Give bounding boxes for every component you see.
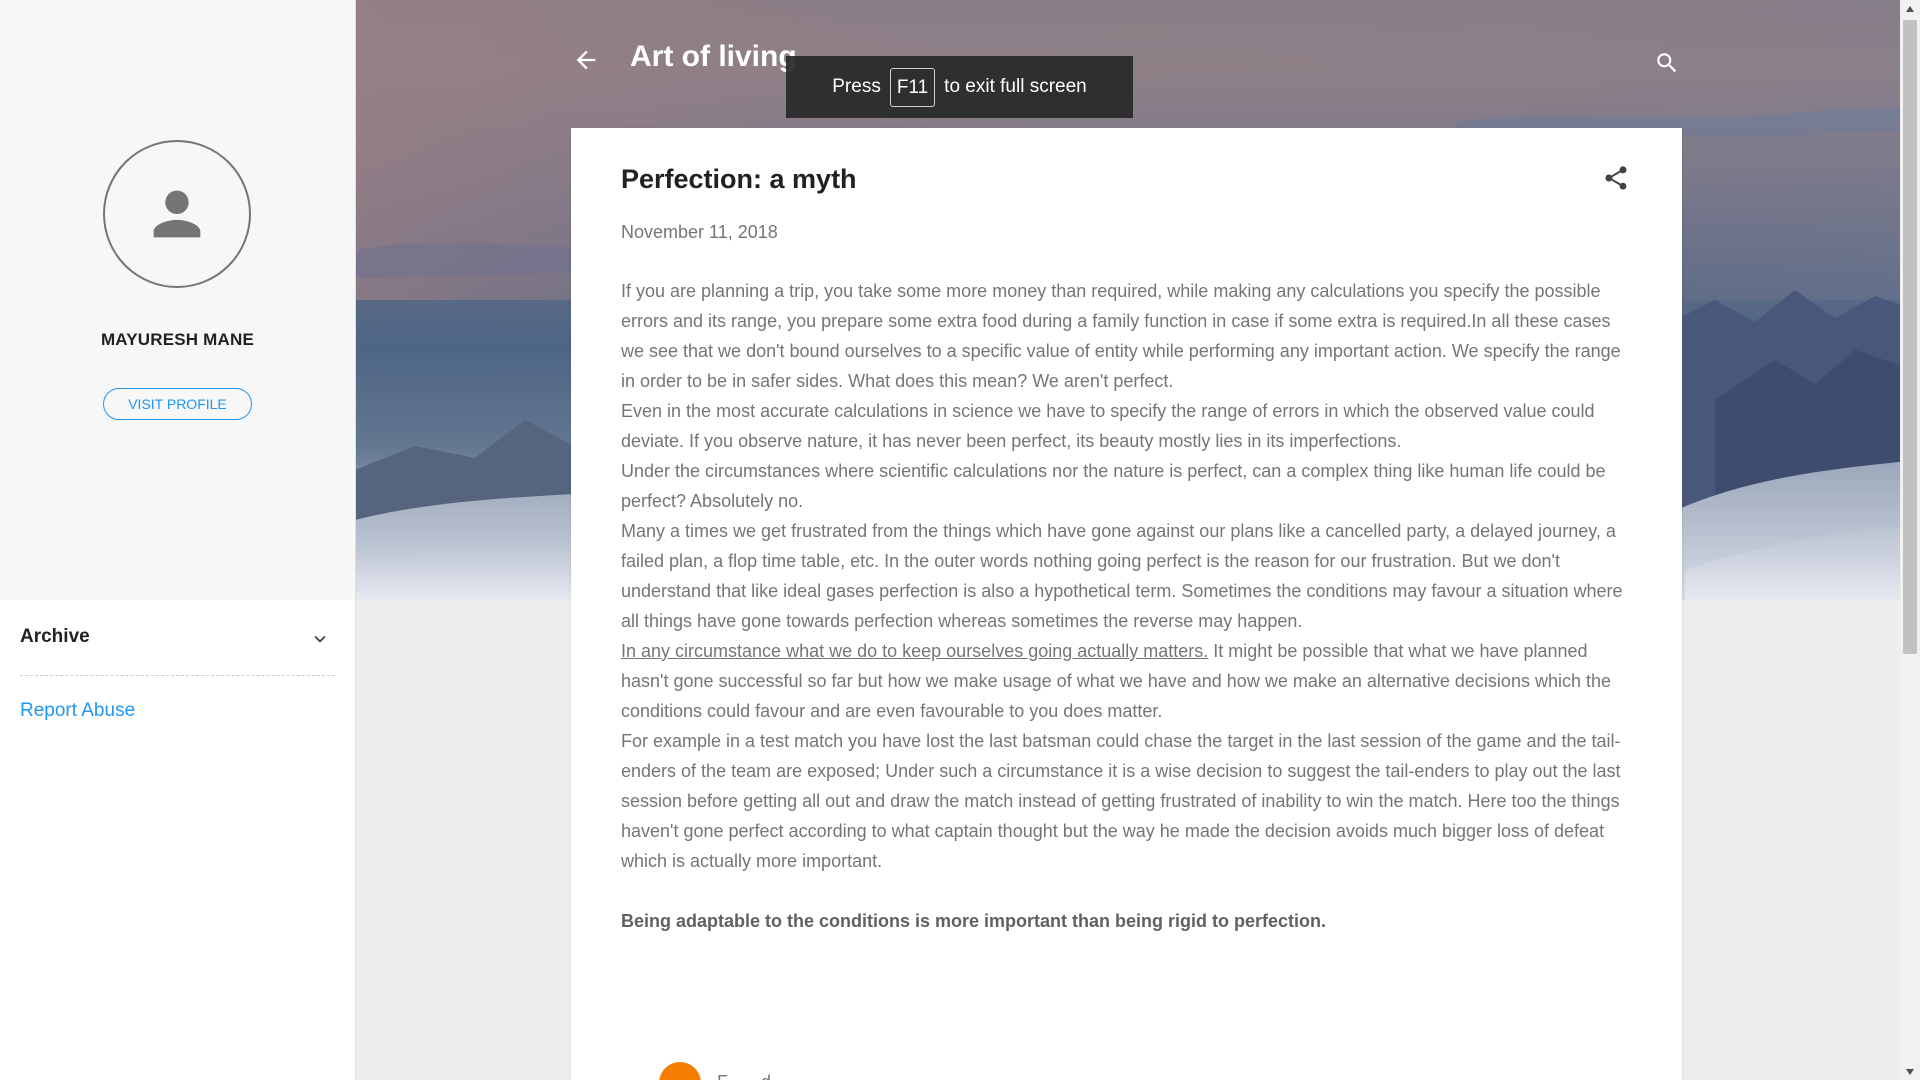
scroll-down-arrow-icon[interactable] bbox=[1900, 1063, 1920, 1080]
conclusion: Being adaptable to the conditions is mor… bbox=[621, 906, 1636, 936]
profile-name: MAYURESH MANE bbox=[100, 330, 255, 349]
scroll-up-arrow-icon[interactable] bbox=[1900, 0, 1920, 17]
archive-toggle[interactable]: Archive bbox=[20, 620, 335, 676]
sidebar: MAYURESH MANE VISIT PROFILE Archive Repo… bbox=[0, 0, 356, 1080]
profile-avatar[interactable] bbox=[103, 140, 251, 288]
paragraph: Under the circumstances where scientific… bbox=[621, 461, 1606, 511]
report-abuse-link[interactable]: Report Abuse bbox=[20, 700, 135, 722]
archive-label: Archive bbox=[20, 626, 90, 647]
underlined-text: In any circumstance what we do to keep o… bbox=[621, 641, 1209, 661]
vertical-scrollbar[interactable] bbox=[1900, 0, 1920, 1080]
post-card: Perfection: a myth November 11, 2018 If … bbox=[571, 128, 1682, 1080]
blogger-icon[interactable] bbox=[659, 1062, 701, 1080]
person-icon bbox=[153, 190, 201, 238]
back-arrow-icon[interactable] bbox=[572, 46, 600, 74]
toast-prefix: Press bbox=[832, 76, 881, 97]
post-body: If you are planning a trip, you take som… bbox=[621, 276, 1636, 936]
profile-panel: MAYURESH MANE VISIT PROFILE bbox=[0, 0, 355, 600]
blog-title[interactable]: Art of living bbox=[630, 40, 797, 74]
search-icon[interactable] bbox=[1654, 50, 1680, 76]
post-date[interactable]: November 11, 2018 bbox=[621, 222, 778, 243]
paragraph: If you are planning a trip, you take som… bbox=[621, 281, 1621, 391]
page: Art of living MAYURESH MANE VISIT PROFIL… bbox=[0, 0, 1920, 1080]
share-icon[interactable] bbox=[1602, 164, 1630, 192]
conclusion-text: Being adaptable to the conditions is mor… bbox=[621, 911, 1327, 931]
paragraph: Many a times we get frustrated from the … bbox=[621, 521, 1623, 631]
paragraph: For example in a test match you have los… bbox=[621, 731, 1621, 871]
author-name[interactable]: F... ...d bbox=[717, 1072, 771, 1080]
scrollbar-thumb[interactable] bbox=[1903, 20, 1917, 654]
paragraph: Even in the most accurate calculations i… bbox=[621, 401, 1595, 451]
paragraph: In any circumstance what we do to keep o… bbox=[621, 636, 1636, 726]
chevron-down-icon[interactable] bbox=[309, 628, 331, 650]
f11-key: F11 bbox=[889, 67, 936, 107]
toast-suffix: to exit full screen bbox=[944, 76, 1087, 97]
post-title[interactable]: Perfection: a myth bbox=[621, 164, 857, 195]
fullscreen-toast: Press F11 to exit full screen bbox=[786, 56, 1133, 118]
visit-profile-button[interactable]: VISIT PROFILE bbox=[103, 388, 252, 420]
